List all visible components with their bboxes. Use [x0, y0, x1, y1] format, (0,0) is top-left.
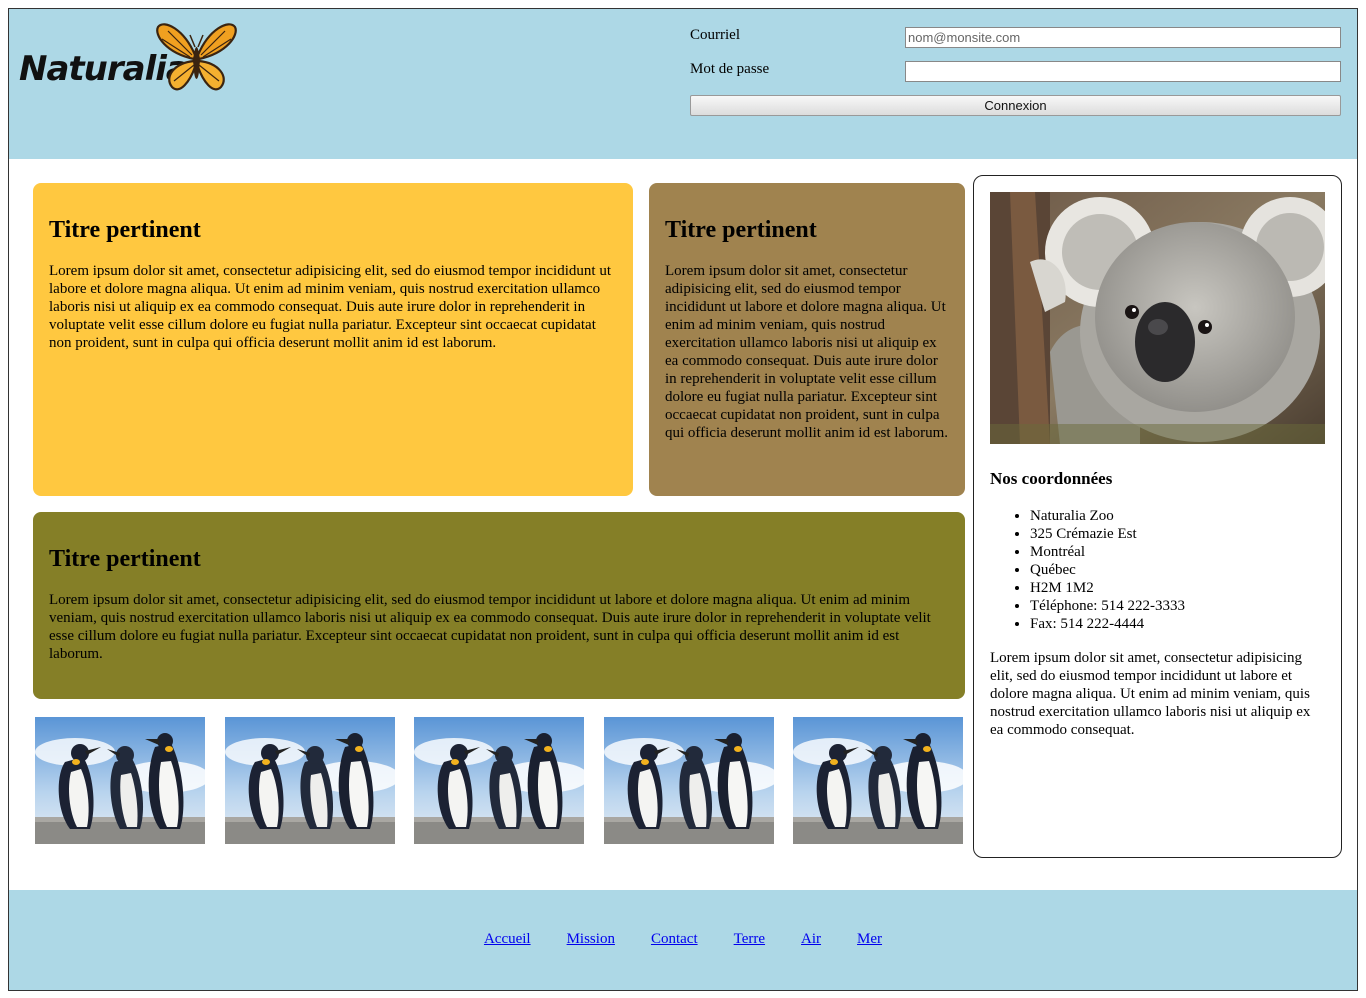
login-form: Courriel Mot de passe Connexion [690, 25, 1341, 116]
content-card: Titre pertinent Lorem ipsum dolor sit am… [33, 512, 965, 699]
sidebar-title: Nos coordonnées [990, 469, 1113, 488]
page-frame: Naturalia Courriel nom@monsite.com Mot d… [8, 8, 1358, 991]
email-label: Courriel [690, 27, 740, 43]
content-card: Titre pertinent Lorem ipsum dolor sit am… [649, 183, 965, 496]
list-item: Fax: 514 222-4444 [1030, 615, 1325, 633]
login-button[interactable]: Connexion [690, 95, 1341, 116]
list-item: H2M 1M2 [1030, 579, 1325, 597]
penguin-photo[interactable] [414, 717, 584, 844]
content-card: Titre pertinent Lorem ipsum dolor sit am… [33, 183, 633, 496]
footer-link-mission[interactable]: Mission [567, 931, 615, 948]
site-header: Naturalia Courriel nom@monsite.com Mot d… [9, 9, 1357, 159]
penguin-photo[interactable] [225, 717, 395, 844]
list-item: Québec [1030, 561, 1325, 579]
list-item: Téléphone: 514 222-3333 [1030, 597, 1325, 615]
password-row: Mot de passe [690, 59, 1341, 93]
card-body: Lorem ipsum dolor sit amet, consectetur … [49, 263, 611, 351]
card-body: Lorem ipsum dolor sit amet, consectetur … [665, 263, 949, 441]
card-title: Titre pertinent [49, 546, 201, 572]
koala-photo [990, 192, 1325, 444]
penguin-photo[interactable] [793, 717, 963, 844]
email-row: Courriel [690, 25, 1341, 59]
site-footer: Accueil Mission Contact Terre Air Mer [9, 890, 1357, 990]
sidebar-body: Lorem ipsum dolor sit amet, consectetur … [990, 650, 1311, 738]
card-title: Titre pertinent [665, 217, 817, 243]
penguin-gallery [35, 717, 965, 845]
footer-nav: Accueil Mission Contact Terre Air Mer [9, 930, 1357, 948]
penguin-photo[interactable] [35, 717, 205, 844]
footer-link-mer[interactable]: Mer [857, 931, 882, 948]
contact-list: Naturalia Zoo 325 Crémazie Est Montréal … [1030, 507, 1325, 633]
card-body: Lorem ipsum dolor sit amet, consectetur … [49, 592, 931, 662]
list-item: 325 Crémazie Est [1030, 525, 1325, 543]
list-item: Naturalia Zoo [1030, 507, 1325, 525]
butterfly-icon [156, 23, 237, 91]
site-logo[interactable]: Naturalia [19, 19, 239, 99]
footer-link-terre[interactable]: Terre [734, 931, 765, 948]
contact-sidebar: Nos coordonnées Naturalia Zoo 325 Crémaz… [973, 175, 1342, 858]
email-field[interactable] [905, 27, 1341, 48]
footer-link-contact[interactable]: Contact [651, 931, 698, 948]
penguin-photo[interactable] [604, 717, 774, 844]
password-field[interactable] [905, 61, 1341, 82]
footer-link-accueil[interactable]: Accueil [484, 931, 531, 948]
footer-link-air[interactable]: Air [801, 931, 821, 948]
list-item: Montréal [1030, 543, 1325, 561]
card-title: Titre pertinent [49, 217, 201, 243]
password-label: Mot de passe [690, 61, 770, 77]
